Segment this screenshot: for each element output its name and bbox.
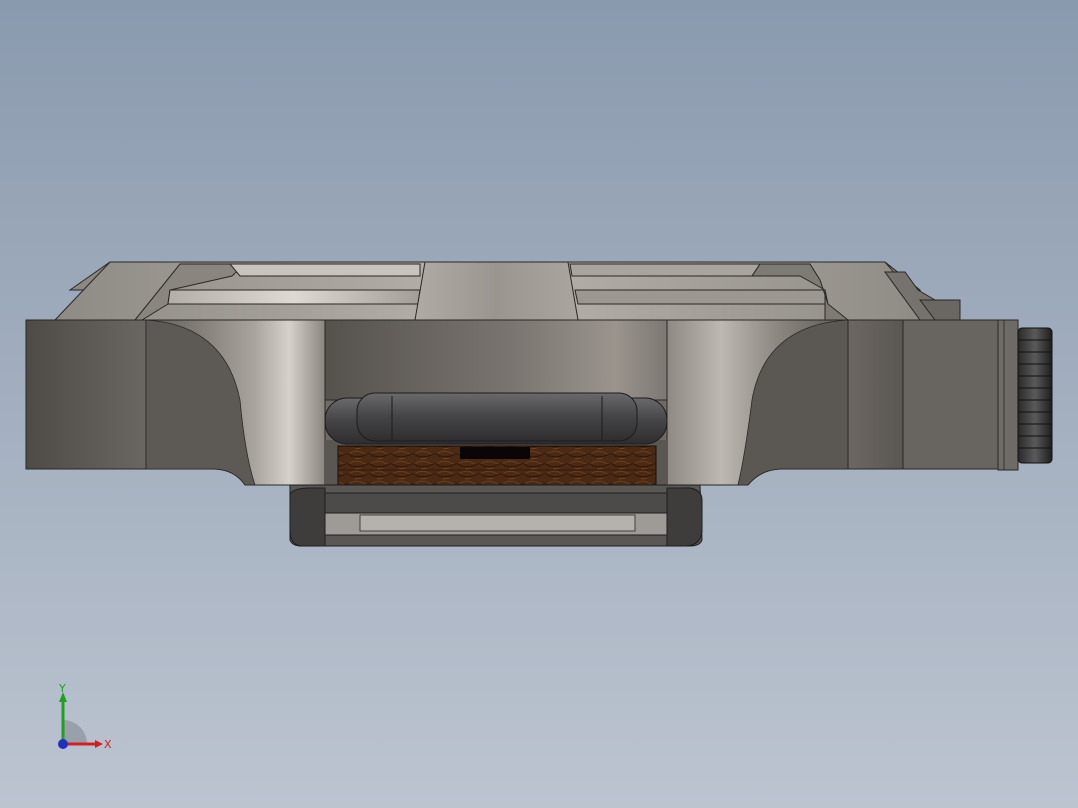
- cushion-top[interactable]: [324, 392, 668, 445]
- bottom-tray[interactable]: [289, 484, 703, 547]
- adjustment-knob[interactable]: [1017, 327, 1053, 464]
- coordinate-triad: Y X: [58, 682, 112, 751]
- graphics-viewport[interactable]: Y X: [0, 0, 1078, 808]
- triad-plane: [63, 720, 87, 744]
- 3d-model-render[interactable]: [0, 0, 1078, 808]
- x-axis-label: X: [104, 738, 112, 751]
- x-axis-arrow: [95, 740, 103, 748]
- y-axis-label: Y: [58, 682, 66, 695]
- z-axis-dot: [58, 739, 68, 749]
